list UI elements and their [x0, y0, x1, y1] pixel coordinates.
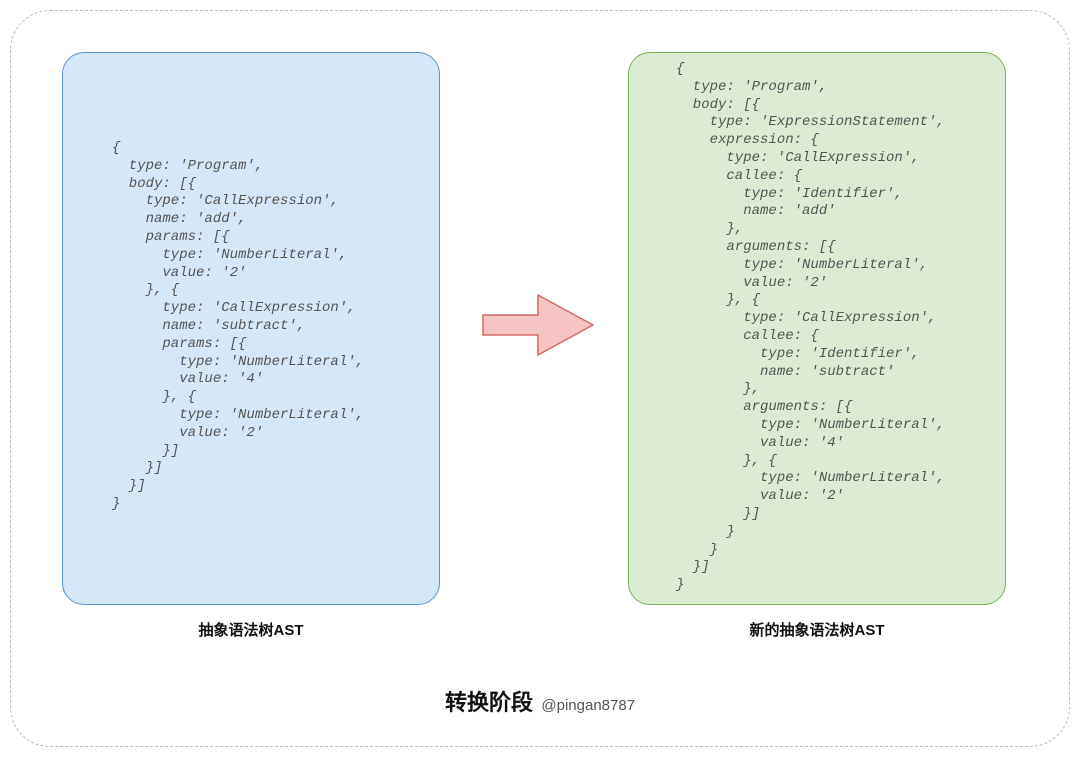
right-box-label: 新的抽象语法树AST: [628, 619, 1006, 640]
left-box-label: 抽象语法树AST: [62, 619, 440, 640]
left-code-block: { type: 'Program', body: [{ type: 'CallE…: [112, 140, 364, 514]
footer-title: 转换阶段: [445, 690, 533, 715]
right-code-block: { type: 'Program', body: [{ type: 'Expre…: [676, 61, 945, 595]
footer: 转换阶段 @pingan8787: [0, 685, 1080, 717]
footer-author: @pingan8787: [541, 697, 635, 714]
arrow-icon: [478, 290, 598, 360]
